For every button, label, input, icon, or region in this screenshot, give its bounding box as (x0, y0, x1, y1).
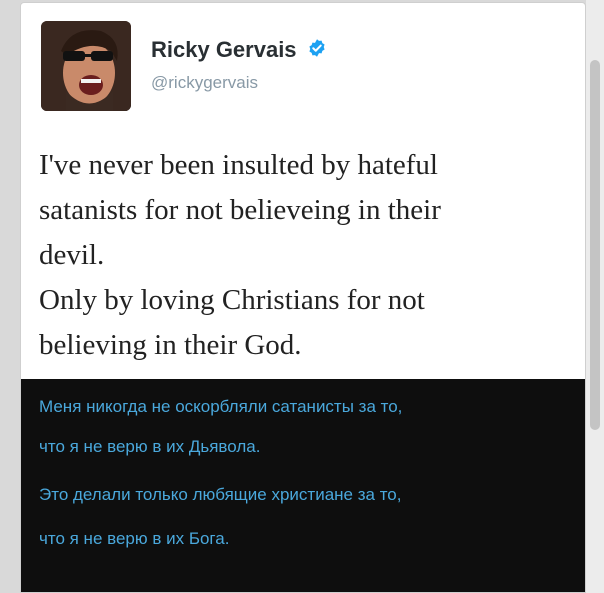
avatar[interactable] (41, 21, 131, 111)
translation-line: что я не верю в их Бога. (39, 529, 230, 548)
display-name[interactable]: Ricky Gervais (151, 37, 297, 62)
translation-overlay: Меня никогда не оскорбляли сатанисты за … (21, 379, 585, 592)
tweet-text: I've never been insulted by hateful sata… (39, 149, 441, 361)
verified-badge-icon (307, 38, 327, 63)
user-handle[interactable]: @rickygervais (151, 73, 258, 93)
name-row: Ricky Gervais (151, 37, 327, 63)
translation-line: что я не верю в их Дьявола. (39, 437, 261, 456)
tweet-card: Ricky Gervais @rickygervais I've never b… (20, 2, 586, 593)
translation-line: Это делали только любящие христиане за т… (39, 485, 402, 504)
scrollbar[interactable] (586, 0, 604, 593)
avatar-photo-icon (41, 21, 131, 111)
translation-line: Меня никогда не оскорбляли сатанисты за … (39, 397, 403, 416)
scrollbar-thumb[interactable] (590, 60, 600, 430)
